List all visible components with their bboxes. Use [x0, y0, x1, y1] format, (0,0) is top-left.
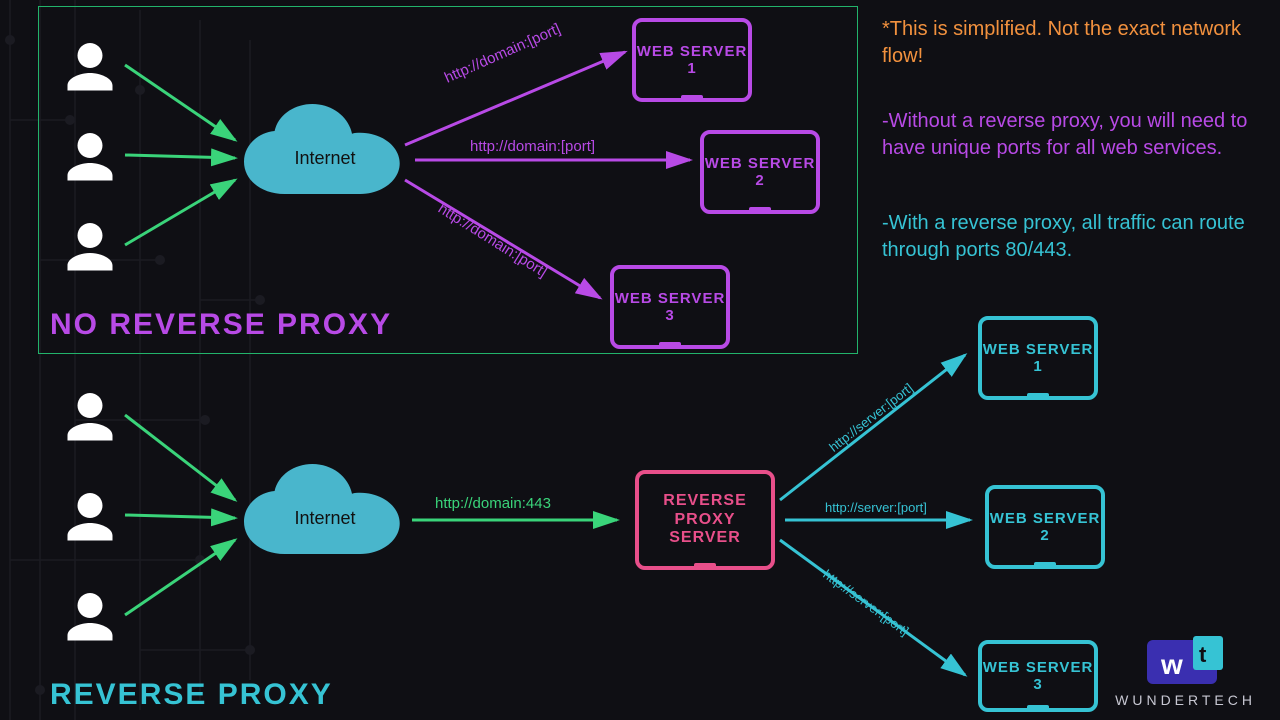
arrow-label: http://domain:[port]: [470, 138, 595, 155]
web-server-box: WEB SERVER 2: [985, 485, 1105, 569]
svg-text:w: w: [1160, 649, 1187, 680]
note-with-proxy: -With a reverse proxy, all traffic can r…: [882, 210, 1262, 264]
user-icon: [60, 218, 120, 278]
brand-logo: w t WUNDERTECH: [1115, 634, 1256, 708]
server-label: WEB SERVER 1: [982, 341, 1094, 376]
server-label: WEB SERVER 2: [704, 155, 816, 190]
web-server-box: WEB SERVER 3: [978, 640, 1098, 712]
web-server-box: WEB SERVER 3: [610, 265, 730, 349]
title-reverse-proxy: REVERSE PROXY: [50, 678, 333, 712]
arrow-label: http://domain:443: [435, 495, 551, 512]
cloud-icon: Internet: [235, 98, 415, 218]
user-icon: [60, 388, 120, 448]
server-label: WEB SERVER 3: [982, 659, 1094, 694]
svg-text:t: t: [1199, 642, 1210, 667]
web-server-box: WEB SERVER 1: [978, 316, 1098, 400]
diagram-stage: NO REVERSE PROXY Internet http://domain:…: [0, 0, 1280, 720]
user-icon: [60, 488, 120, 548]
cloud-icon: Internet: [235, 458, 415, 578]
server-label: WEB SERVER 3: [614, 290, 726, 325]
proxy-label: REVERSE PROXY SERVER: [639, 492, 771, 547]
server-label: WEB SERVER 1: [636, 43, 748, 78]
brand-text: WUNDERTECH: [1115, 692, 1256, 708]
user-icon: [60, 38, 120, 98]
arrow-label: http://server:[port]: [825, 500, 927, 515]
cloud-label: Internet: [235, 148, 415, 169]
note-without-proxy: -Without a reverse proxy, you will need …: [882, 108, 1262, 162]
note-disclaimer: *This is simplified. Not the exact netwo…: [882, 16, 1262, 70]
web-server-box: WEB SERVER 2: [700, 130, 820, 214]
user-icon: [60, 588, 120, 648]
cloud-label: Internet: [235, 508, 415, 529]
user-icon: [60, 128, 120, 188]
title-no-reverse-proxy: NO REVERSE PROXY: [50, 308, 392, 342]
web-server-box: WEB SERVER 1: [632, 18, 752, 102]
server-label: WEB SERVER 2: [989, 510, 1101, 545]
reverse-proxy-box: REVERSE PROXY SERVER: [635, 470, 775, 570]
